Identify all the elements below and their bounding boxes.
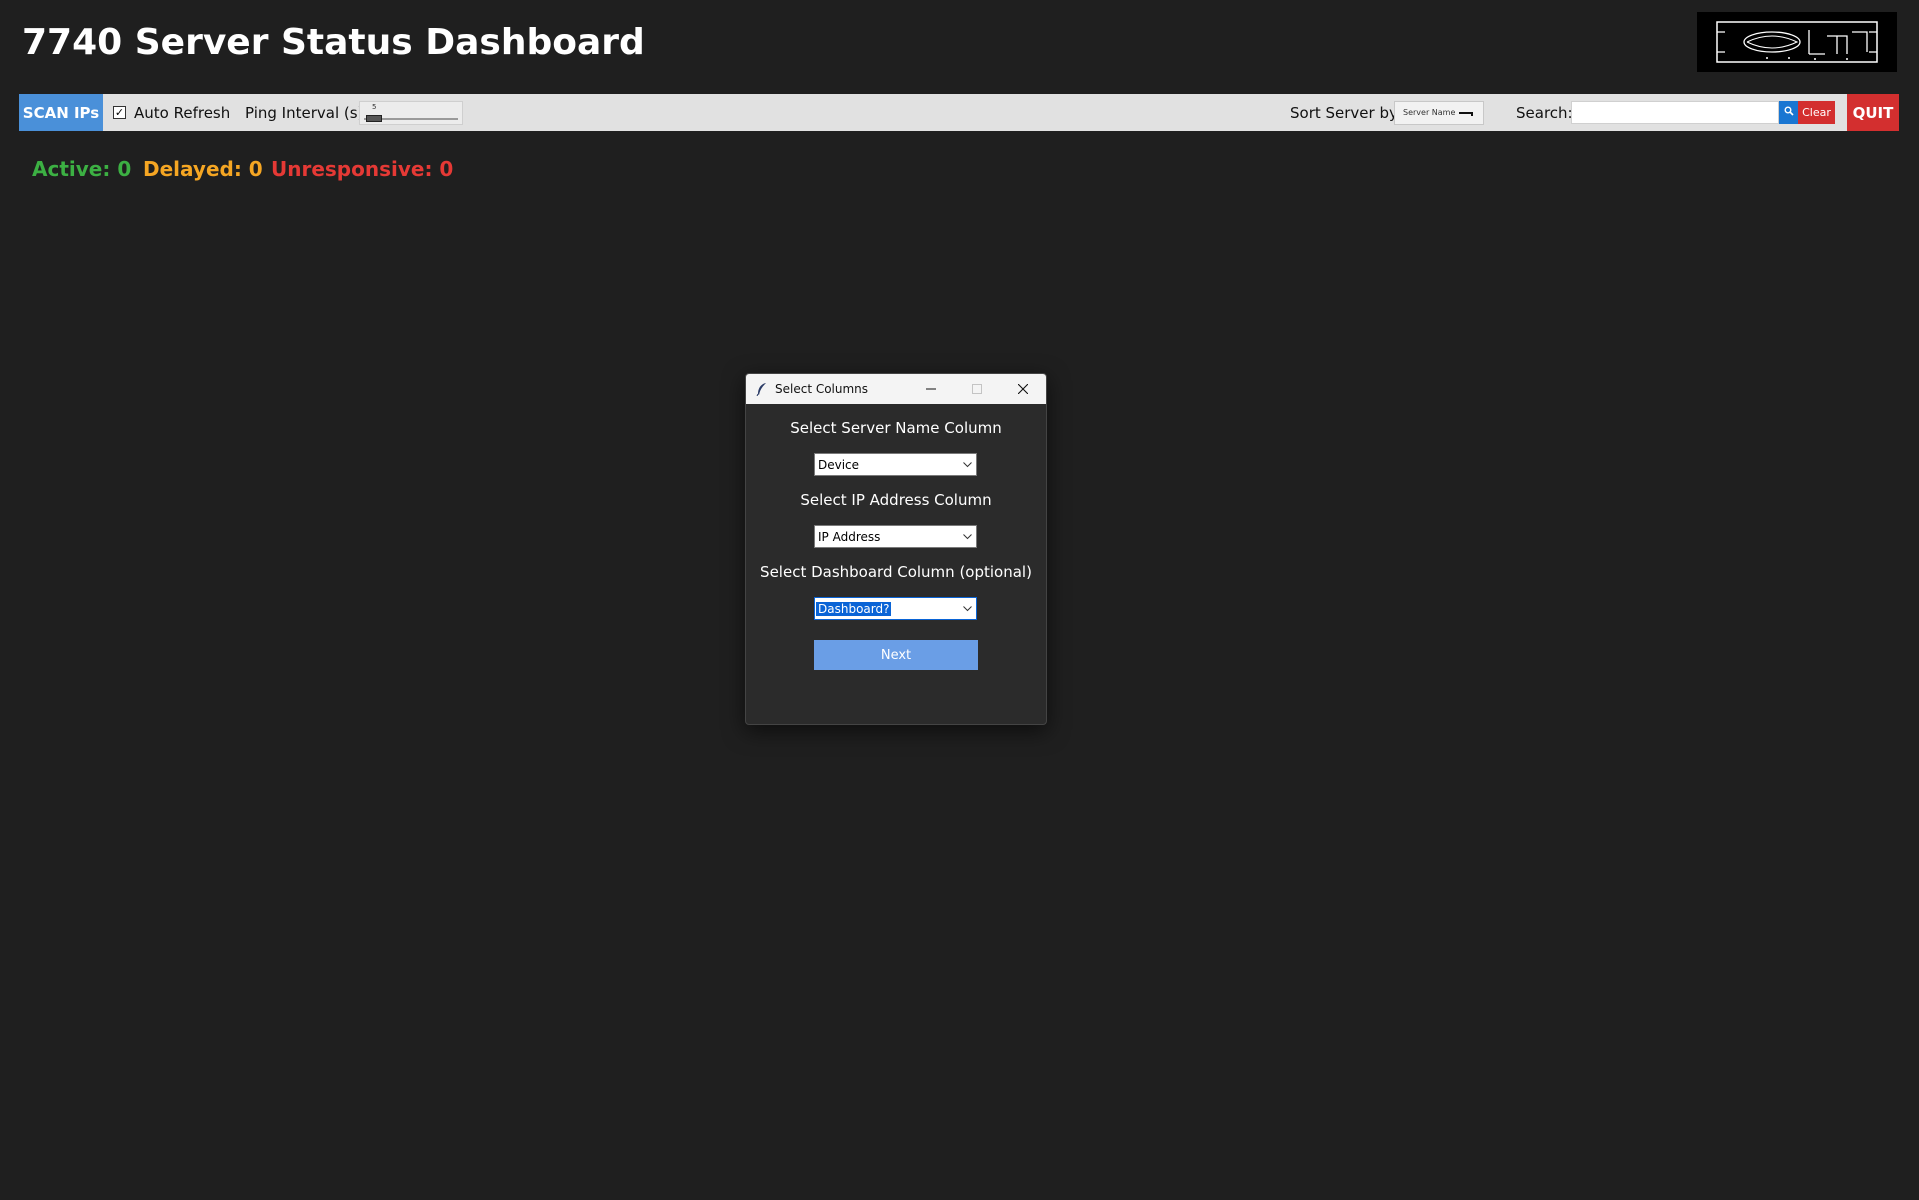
chevron-down-icon <box>963 534 972 540</box>
feather-icon <box>756 383 766 396</box>
scan-ips-button[interactable]: SCAN IPs <box>19 94 103 131</box>
minimize-button[interactable] <box>908 374 954 404</box>
search-label: Search: <box>1516 103 1573 122</box>
toolbar: SCAN IPs ✓ Auto Refresh Ping Interval (s… <box>19 94 1899 131</box>
sort-server-select[interactable]: Server Name <box>1394 101 1484 125</box>
ip-address-column-select[interactable]: IP Address <box>814 525 977 548</box>
auto-refresh-label: Auto Refresh <box>134 103 231 122</box>
auto-refresh-checkbox[interactable]: ✓ <box>113 106 126 119</box>
sort-server-value: Server Name <box>1403 108 1456 117</box>
ping-interval-label: Ping Interval (s): <box>245 103 369 122</box>
page-title: 7740 Server Status Dashboard <box>22 22 645 63</box>
search-button[interactable] <box>1779 101 1798 124</box>
ip-address-column-label: Select IP Address Column <box>800 491 992 509</box>
delayed-count: Delayed: 0 <box>143 157 263 181</box>
logo-icon <box>1697 12 1897 72</box>
slider-thumb[interactable] <box>366 115 382 122</box>
clear-button[interactable]: Clear <box>1798 101 1835 124</box>
maximize-icon <box>972 384 982 394</box>
ping-interval-value: 5 <box>372 103 377 111</box>
auto-refresh-toggle[interactable]: ✓ Auto Refresh <box>113 94 230 131</box>
chevron-down-icon <box>963 462 972 468</box>
dashboard-column-value: Dashboard? <box>816 602 892 616</box>
server-name-column-select[interactable]: Device <box>814 453 977 476</box>
dropdown-handle-icon <box>1459 112 1473 116</box>
chevron-down-icon <box>963 606 972 612</box>
ip-address-column-value: IP Address <box>818 530 881 544</box>
active-count: Active: 0 <box>32 157 132 181</box>
maximize-button[interactable] <box>954 374 1000 404</box>
server-name-column-value: Device <box>818 458 860 472</box>
search-input[interactable] <box>1571 101 1779 124</box>
next-button[interactable]: Next <box>814 640 978 670</box>
ping-interval-slider[interactable]: 5 <box>359 101 463 125</box>
dashboard-column-select[interactable]: Dashboard? <box>814 597 977 620</box>
app-window: 7740 Server Status Dashboard SCAN IPs ✓ … <box>0 0 1919 1200</box>
unresponsive-count: Unresponsive: 0 <box>271 157 454 181</box>
sort-server-label: Sort Server by: <box>1290 103 1402 122</box>
search-icon <box>1784 106 1794 116</box>
dialog-title: Select Columns <box>775 382 869 396</box>
dashboard-column-label: Select Dashboard Column (optional) <box>760 563 1032 581</box>
close-button[interactable] <box>1000 374 1046 404</box>
minimize-icon <box>926 388 936 390</box>
close-icon <box>1018 384 1028 394</box>
quit-button[interactable]: QUIT <box>1847 94 1899 131</box>
server-name-column-label: Select Server Name Column <box>790 419 1002 437</box>
dialog-titlebar[interactable]: Select Columns <box>746 374 1046 404</box>
select-columns-dialog: Select Columns Select Server Name Column… <box>745 373 1047 725</box>
